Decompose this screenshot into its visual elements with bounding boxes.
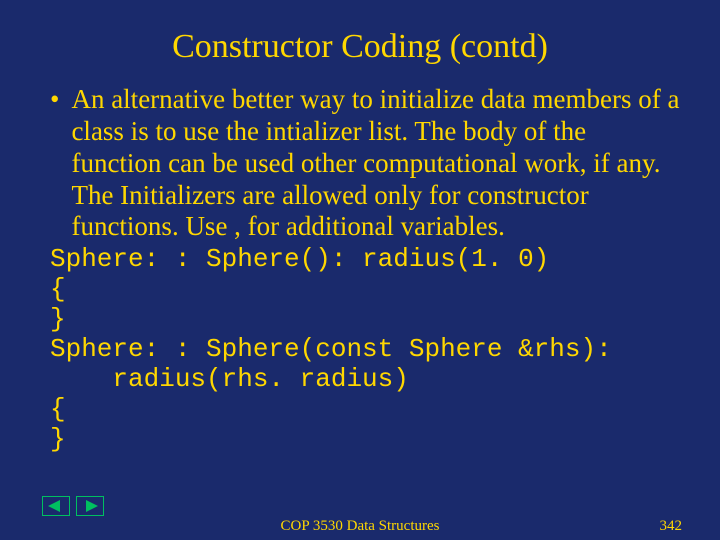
- next-slide-button[interactable]: [76, 496, 104, 516]
- footer-page-number: 342: [660, 518, 683, 535]
- arrow-right-icon: [82, 500, 98, 512]
- bullet-item: • An alternative better way to initializ…: [50, 84, 680, 243]
- bullet-text: An alternative better way to initialize …: [71, 84, 680, 243]
- prev-slide-button[interactable]: [42, 496, 70, 516]
- code-block: Sphere: : Sphere(): radius(1. 0) { } Sph…: [50, 245, 680, 454]
- bullet-marker: •: [50, 84, 71, 243]
- slide-title: Constructor Coding (contd): [40, 28, 680, 66]
- slide: Constructor Coding (contd) • An alternat…: [0, 0, 720, 540]
- footer-course: COP 3530 Data Structures: [0, 518, 720, 535]
- arrow-left-icon: [48, 500, 64, 512]
- nav-arrows: [42, 496, 104, 516]
